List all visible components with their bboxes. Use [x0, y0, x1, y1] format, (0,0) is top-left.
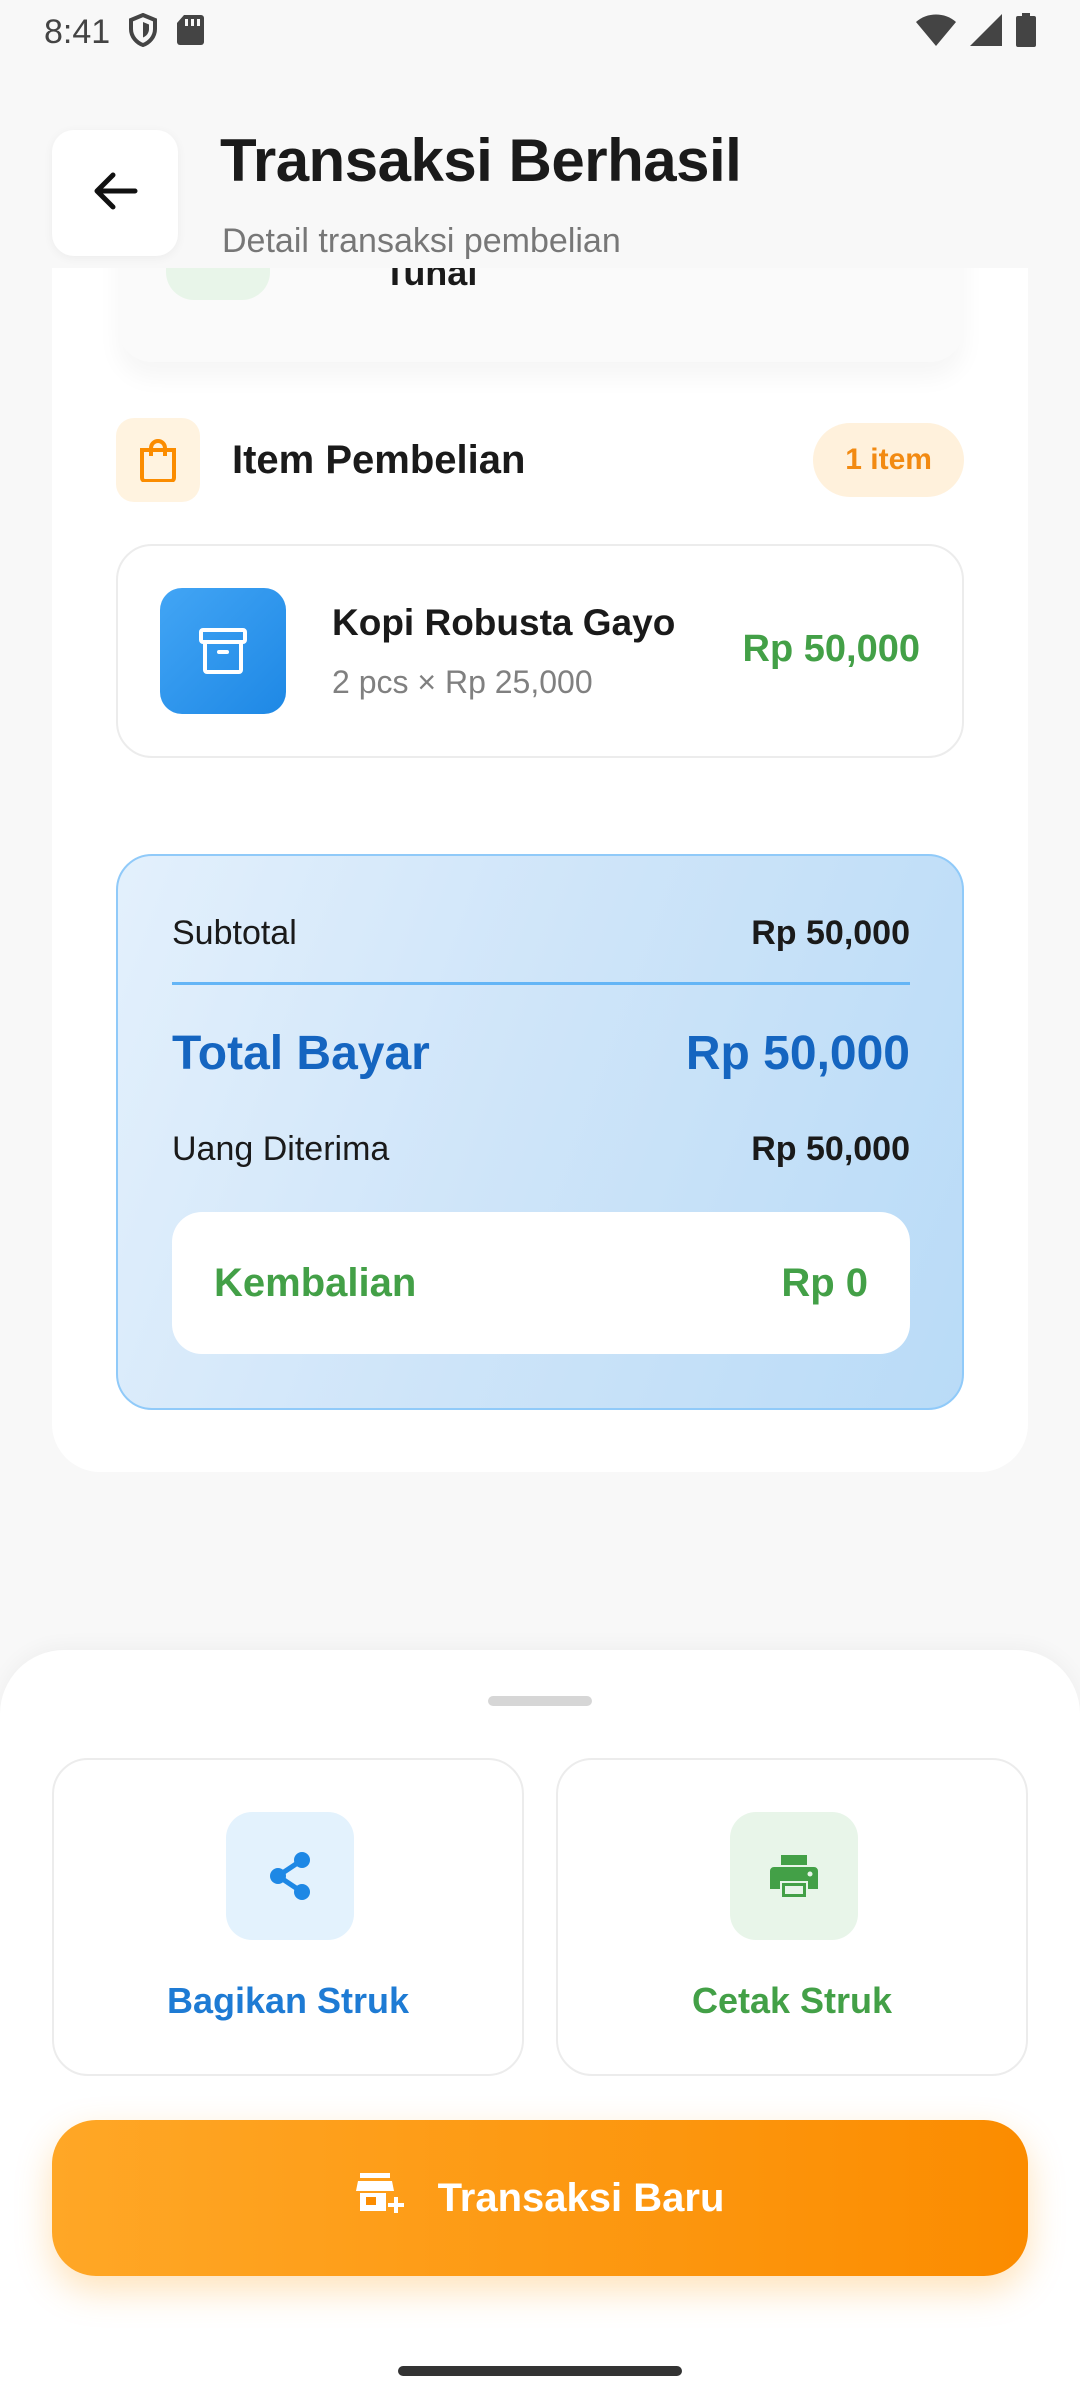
subtotal-value: Rp 50,000 — [751, 914, 910, 952]
back-button[interactable] — [52, 130, 178, 256]
received-row: Uang Diterima Rp 50,000 — [172, 1130, 910, 1169]
total-row: Total Bayar Rp 50,000 — [172, 1026, 910, 1081]
share-receipt-label: Bagikan Struk — [166, 1980, 410, 2021]
page-title: Transaksi Berhasil — [220, 127, 742, 194]
list-item: Kopi Robusta Gayo 2 pcs × Rp 25,000 Rp 5… — [116, 544, 964, 758]
print-receipt-button[interactable]: Cetak Struk — [556, 1758, 1028, 2076]
shield-icon — [128, 12, 158, 52]
subtotal-label: Subtotal — [172, 914, 297, 952]
status-right — [916, 12, 1036, 52]
shopping-bag-icon — [116, 418, 200, 502]
payment-summary: Subtotal Rp 50,000 Total Bayar Rp 50,000… — [116, 854, 964, 1410]
battery-icon — [1016, 12, 1036, 52]
items-section-title: Item Pembelian — [232, 437, 526, 482]
total-value: Rp 50,000 — [685, 1027, 910, 1080]
status-time: 8:41 — [44, 12, 111, 51]
item-total-price: Rp 50,000 — [742, 628, 920, 670]
change-row: Kembalian Rp 0 — [172, 1212, 910, 1354]
archive-box-icon — [160, 588, 286, 714]
item-count-badge: 1 item — [813, 423, 964, 497]
sd-card-icon — [176, 14, 205, 51]
new-transaction-button[interactable]: Transaksi Baru — [52, 2120, 1028, 2276]
share-icon — [226, 1812, 354, 1940]
action-sheet: Bagikan Struk Cetak Struk Transaksi Baru — [0, 1650, 1080, 2400]
page-subtitle: Detail transaksi pembelian — [222, 222, 621, 260]
new-transaction-label: Transaksi Baru — [437, 2175, 725, 2220]
item-quantity-price: 2 pcs × Rp 25,000 — [332, 664, 593, 700]
sheet-drag-handle[interactable] — [488, 1696, 592, 1706]
printer-icon — [730, 1812, 858, 1940]
change-label: Kembalian — [214, 1260, 417, 1305]
received-value: Rp 50,000 — [751, 1130, 910, 1168]
received-label: Uang Diterima — [172, 1130, 390, 1168]
item-name: Kopi Robusta Gayo — [332, 602, 676, 643]
status-bar: 8:41 — [0, 0, 1080, 64]
add-store-icon — [355, 2171, 406, 2225]
items-section-header: Item Pembelian 1 item — [116, 418, 964, 502]
summary-divider — [172, 982, 910, 985]
status-left: 8:41 — [44, 12, 205, 52]
transaction-card: Tunai Item Pembelian 1 item Kopi Robusta… — [52, 150, 1028, 1472]
wifi-icon — [916, 14, 956, 51]
home-indicator[interactable] — [398, 2366, 682, 2376]
print-receipt-label: Cetak Struk — [691, 1980, 893, 2021]
signal-icon — [970, 13, 1002, 51]
share-receipt-button[interactable]: Bagikan Struk — [52, 1758, 524, 2076]
subtotal-row: Subtotal Rp 50,000 — [172, 914, 910, 953]
app-header: Transaksi Berhasil Detail transaksi pemb… — [0, 64, 1080, 268]
change-value: Rp 0 — [781, 1260, 868, 1305]
arrow-left-icon — [91, 171, 139, 216]
total-label: Total Bayar — [172, 1027, 430, 1080]
